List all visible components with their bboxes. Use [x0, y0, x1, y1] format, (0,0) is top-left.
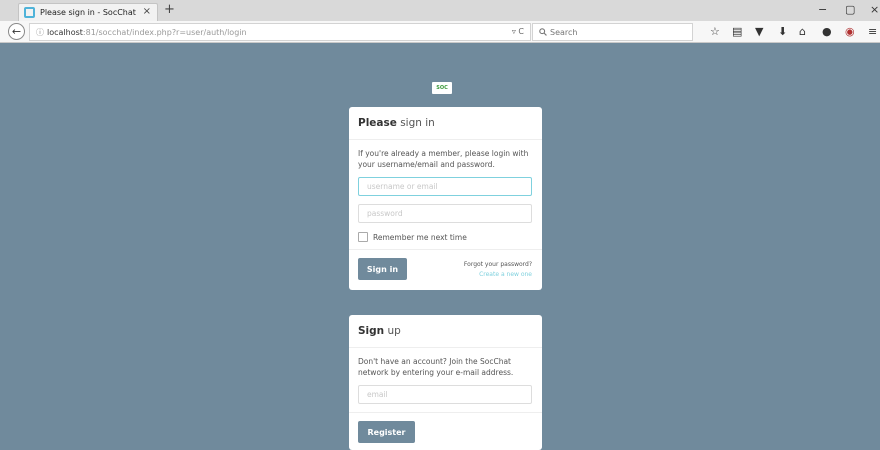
menu-icon[interactable]: ≡: [868, 25, 877, 39]
signin-panel: Please sign in If you're already a membe…: [349, 107, 542, 290]
signup-heading: Sign up: [358, 325, 401, 337]
url-dropdown-reload-icon[interactable]: ▿ C: [512, 27, 524, 36]
username-input[interactable]: [358, 177, 532, 196]
tab-title: Please sign in - SocChat: [40, 8, 136, 17]
home-icon[interactable]: ⌂: [799, 25, 806, 39]
search-input[interactable]: [550, 27, 680, 37]
sign-in-button[interactable]: Sign in: [358, 258, 407, 280]
tab-close-icon[interactable]: ×: [143, 6, 151, 17]
signin-heading: Please sign in: [358, 117, 435, 129]
signup-description: Don't have an account? Join the SocChat …: [358, 357, 514, 377]
url-text: localhost:81/socchat/index.php?r=user/au…: [47, 27, 247, 37]
create-new-password-link[interactable]: Create a new one: [479, 271, 532, 278]
forgot-password-label: Forgot your password?: [463, 261, 532, 268]
remember-me-label: Remember me next time: [373, 232, 467, 242]
search-icon: [539, 28, 547, 36]
remember-me-row[interactable]: Remember me next time: [358, 232, 467, 242]
browser-tab[interactable]: Please sign in - SocChat ×: [18, 3, 158, 21]
register-button[interactable]: Register: [358, 421, 415, 443]
maximize-button[interactable]: ▢: [845, 3, 855, 17]
search-bar[interactable]: [532, 23, 693, 41]
divider: [349, 249, 542, 250]
navigation-bar: ← ⓘ localhost:81/socchat/index.php?r=use…: [0, 21, 880, 43]
email-input[interactable]: [358, 385, 532, 404]
address-bar[interactable]: ⓘ localhost:81/socchat/index.php?r=user/…: [29, 23, 531, 41]
chat-icon[interactable]: ●: [822, 25, 832, 39]
password-input[interactable]: [358, 204, 532, 223]
socchat-logo: SOC: [432, 82, 452, 94]
divider: [349, 139, 542, 140]
reading-list-icon[interactable]: ▤: [732, 25, 742, 39]
back-arrow-icon[interactable]: ←: [8, 23, 25, 40]
close-window-button[interactable]: ×: [870, 3, 879, 17]
divider: [349, 347, 542, 348]
pocket-icon[interactable]: ▼: [755, 25, 763, 39]
site-info-icon[interactable]: ⓘ: [36, 27, 44, 38]
minimize-button[interactable]: −: [818, 3, 827, 17]
new-tab-button[interactable]: +: [164, 3, 175, 17]
download-icon[interactable]: ⬇: [778, 25, 787, 39]
signup-panel: Sign up Don't have an account? Join the …: [349, 315, 542, 450]
tab-strip: Please sign in - SocChat × + − ▢ ×: [0, 0, 880, 21]
signin-description: If you're already a member, please login…: [358, 149, 529, 169]
divider: [349, 412, 542, 413]
remember-me-checkbox[interactable]: [358, 232, 368, 242]
bookmark-star-icon[interactable]: ☆: [710, 25, 720, 39]
shield-icon[interactable]: ◉: [845, 25, 855, 39]
logo-text: SOC: [436, 85, 448, 91]
socchat-favicon-icon: [24, 7, 35, 18]
